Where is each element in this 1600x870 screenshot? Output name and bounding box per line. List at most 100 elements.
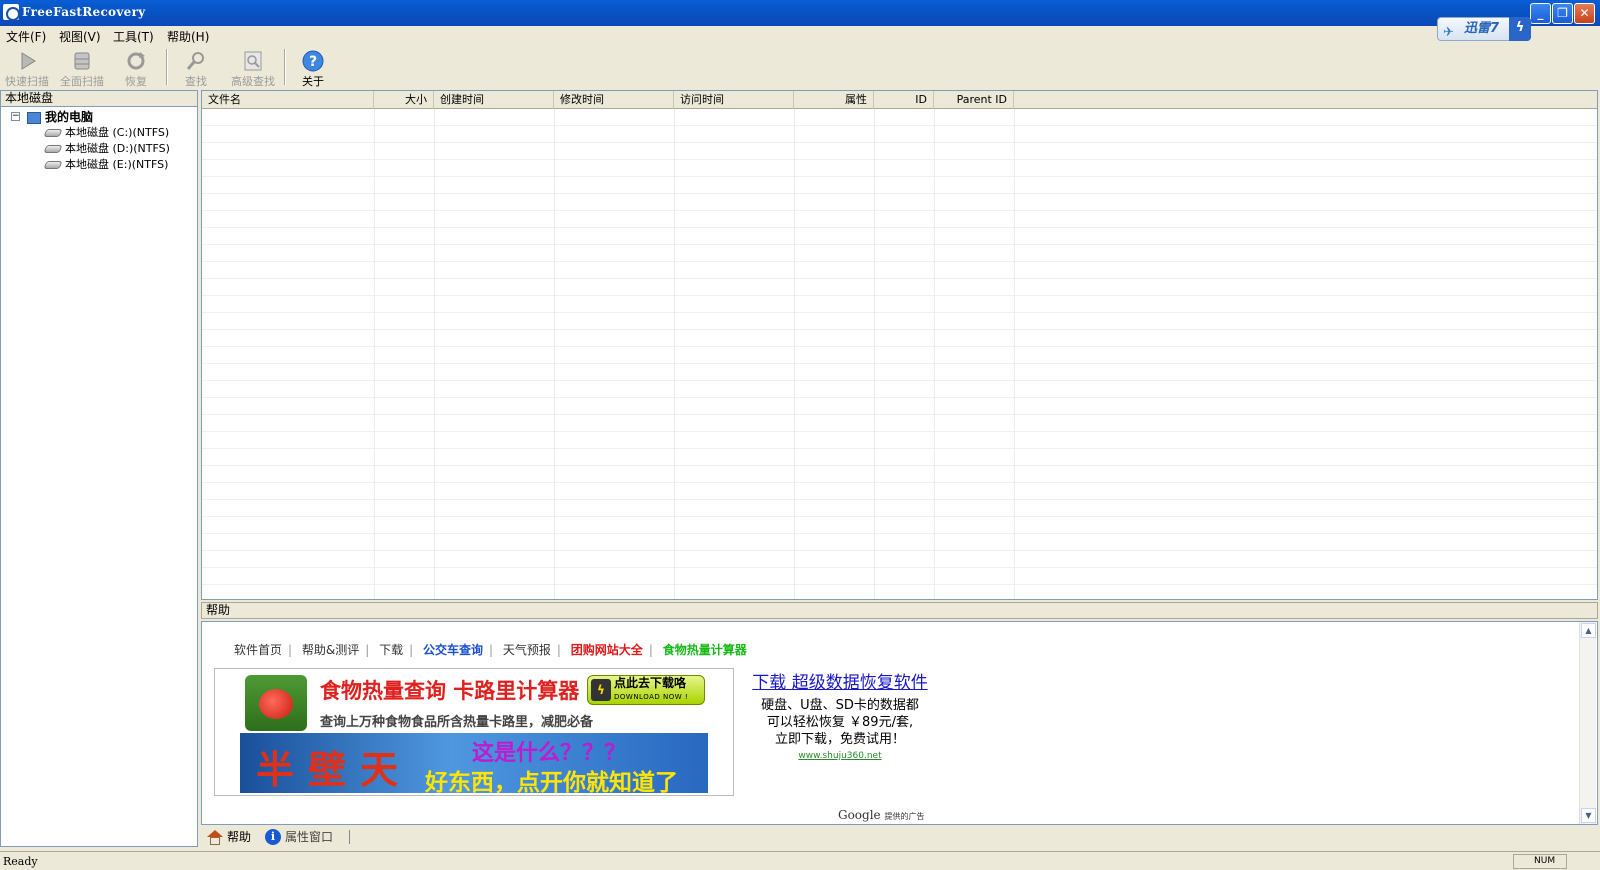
full-scan-button[interactable]: 全面扫描 [56, 46, 108, 88]
row-divider [202, 567, 1597, 568]
title-bar: FreeFastRecovery _ ❐ ✕ [0, 0, 1600, 26]
ad-subtitle: 查询上万种食物食品所含热量卡路里，减肥必备 [320, 715, 594, 730]
status-text: Ready [3, 855, 38, 868]
menu-help[interactable]: 帮助(H) [167, 28, 209, 45]
play-icon [21, 52, 36, 70]
divider: | [556, 643, 561, 657]
tree-item-my-computer[interactable]: 我的电脑 [27, 109, 93, 125]
row-divider [202, 533, 1597, 534]
window-title: FreeFastRecovery [22, 5, 146, 19]
ad-download-label: 点此去下载咯 [614, 676, 687, 690]
help-links: 软件首页 | 帮助&测评 | 下载 | 公交车查询 | 天气预报 | 团购网站大全 | 食物… [234, 641, 753, 658]
divider: | [288, 643, 293, 657]
column-header-attributes[interactable]: 属性 [794, 91, 874, 109]
find-button[interactable]: 查找 [176, 46, 216, 88]
recovery-ad-url[interactable]: www.shuju360.net [730, 751, 950, 761]
tree-item-drive-e[interactable]: 本地磁盘 (E:)(NTFS) [43, 157, 168, 173]
advanced-find-button[interactable]: 高级查找 [226, 46, 280, 88]
row-divider [202, 142, 1597, 143]
google-logo: Google [838, 808, 881, 822]
menu-tools[interactable]: 工具(T) [113, 28, 154, 45]
link-help-review[interactable]: 帮助&测评 [302, 643, 359, 657]
ad-banner[interactable]: 半壁天 这是什么？？？ 好东西，点开你就知道了 [240, 733, 708, 793]
row-divider [202, 295, 1597, 296]
column-header-created[interactable]: 创建时间 [434, 91, 554, 109]
tab-help[interactable]: 帮助 [205, 828, 251, 846]
recovery-ad-line: 可以轻松恢复 ￥89元/套, [766, 715, 914, 730]
link-bus-query[interactable]: 公交车查询 [423, 643, 483, 657]
row-divider [202, 210, 1597, 211]
menu-view[interactable]: 视图(V) [59, 28, 101, 45]
row-divider [202, 380, 1597, 381]
tab-properties-label: 属性窗口 [285, 830, 334, 844]
link-group-buy[interactable]: 团购网站大全 [571, 643, 643, 657]
row-divider [202, 584, 1597, 585]
info-icon: i [265, 829, 281, 845]
restore-button[interactable]: ❐ [1552, 3, 1573, 24]
divider: | [409, 643, 414, 657]
close-button[interactable]: ✕ [1574, 3, 1595, 24]
google-ads-credit[interactable]: Google 提供的广告 [838, 808, 924, 822]
home-icon [207, 830, 223, 837]
tree-item-drive-d[interactable]: 本地磁盘 (D:)(NTFS) [43, 141, 170, 157]
drive-tree: − 我的电脑 本地磁盘 (C:)(NTFS) 本地磁盘 (D:)(NTFS) 本… [0, 107, 198, 847]
column-header-parent-id[interactable]: Parent ID [934, 91, 1014, 109]
recover-label: 恢复 [125, 75, 147, 88]
tree-item-label: 本地磁盘 (D:)(NTFS) [65, 142, 170, 155]
link-calorie-calc[interactable]: 食物热量计算器 [663, 643, 747, 657]
divider: | [489, 643, 494, 657]
link-weather[interactable]: 天气预报 [503, 643, 551, 657]
ad-title: 食物热量查询 卡路里计算器 [320, 679, 580, 703]
tab-help-label: 帮助 [227, 830, 252, 844]
column-header-size[interactable]: 大小 [374, 91, 434, 109]
disk-stack-icon [74, 52, 90, 70]
recovery-ad-text: 硬盘、U盘、SD卡的数据都 可以轻松恢复 ￥89元/套, 立即下载，免费试用！ [730, 697, 950, 748]
minimize-button[interactable]: _ [1530, 3, 1551, 24]
row-divider [202, 244, 1597, 245]
column-divider [1014, 109, 1015, 599]
tab-properties[interactable]: i 属性窗口 [263, 828, 333, 846]
row-divider [202, 516, 1597, 517]
quick-scan-label: 快速扫描 [5, 75, 49, 88]
panel-tabs: 帮助 i 属性窗口 [201, 827, 1598, 847]
tree-item-label: 本地磁盘 (C:)(NTFS) [65, 126, 170, 139]
column-header-accessed[interactable]: 访问时间 [674, 91, 794, 109]
row-divider [202, 125, 1597, 126]
tree-item-label: 我的电脑 [45, 110, 94, 124]
link-homepage[interactable]: 软件首页 [234, 643, 282, 657]
help-panel: 软件首页 | 帮助&测评 | 下载 | 公交车查询 | 天气预报 | 团购网站大全 | 食物… [201, 621, 1598, 825]
menu-file[interactable]: 文件(F) [6, 28, 46, 45]
file-list[interactable]: 文件名 大小 创建时间 修改时间 访问时间 属性 ID Parent ID [201, 90, 1598, 600]
help-question-icon: ? [302, 50, 324, 72]
quick-scan-button[interactable]: 快速扫描 [2, 46, 52, 88]
recover-button[interactable]: 恢复 [112, 46, 160, 88]
magnifier-icon [186, 52, 204, 70]
divider: | [365, 643, 370, 657]
column-divider [934, 109, 935, 599]
row-divider [202, 227, 1597, 228]
scroll-up-icon[interactable]: ▲ [1581, 623, 1596, 638]
recycle-icon [127, 52, 145, 70]
file-list-header: 文件名 大小 创建时间 修改时间 访问时间 属性 ID Parent ID [202, 91, 1597, 109]
collapse-icon[interactable]: − [11, 112, 20, 121]
calorie-ad[interactable]: 食物热量查询 卡路里计算器 ϟ 点此去下载咯 DOWNLOAD NOW ! 查询… [214, 668, 734, 796]
toolbar: 快速扫描 全面扫描 恢复 查找 高级查找 ? 关于 [0, 46, 1600, 88]
computer-icon [27, 111, 41, 124]
column-header-id[interactable]: ID [874, 91, 934, 109]
column-header-modified[interactable]: 修改时间 [554, 91, 674, 109]
help-scrollbar[interactable]: ▲ ▼ [1579, 622, 1596, 824]
google-ads-note: 提供的广告 [884, 812, 925, 821]
ad-download-button[interactable]: ϟ 点此去下载咯 DOWNLOAD NOW ! [587, 675, 705, 705]
recovery-ad-line: 立即下载，免费试用！ [774, 732, 905, 747]
row-divider [202, 346, 1597, 347]
hard-drive-icon [43, 129, 63, 137]
scroll-down-icon[interactable]: ▼ [1581, 808, 1596, 823]
full-scan-label: 全面扫描 [60, 75, 104, 88]
about-button[interactable]: ? 关于 [296, 46, 330, 88]
tree-item-drive-c[interactable]: 本地磁盘 (C:)(NTFS) [43, 125, 170, 141]
row-divider [202, 193, 1597, 194]
link-download[interactable]: 下载 [379, 643, 403, 657]
recovery-ad-link[interactable]: 下载 超级数据恢复软件 [730, 668, 950, 693]
column-header-name[interactable]: 文件名 [202, 91, 374, 109]
toolbar-separator [284, 49, 286, 85]
